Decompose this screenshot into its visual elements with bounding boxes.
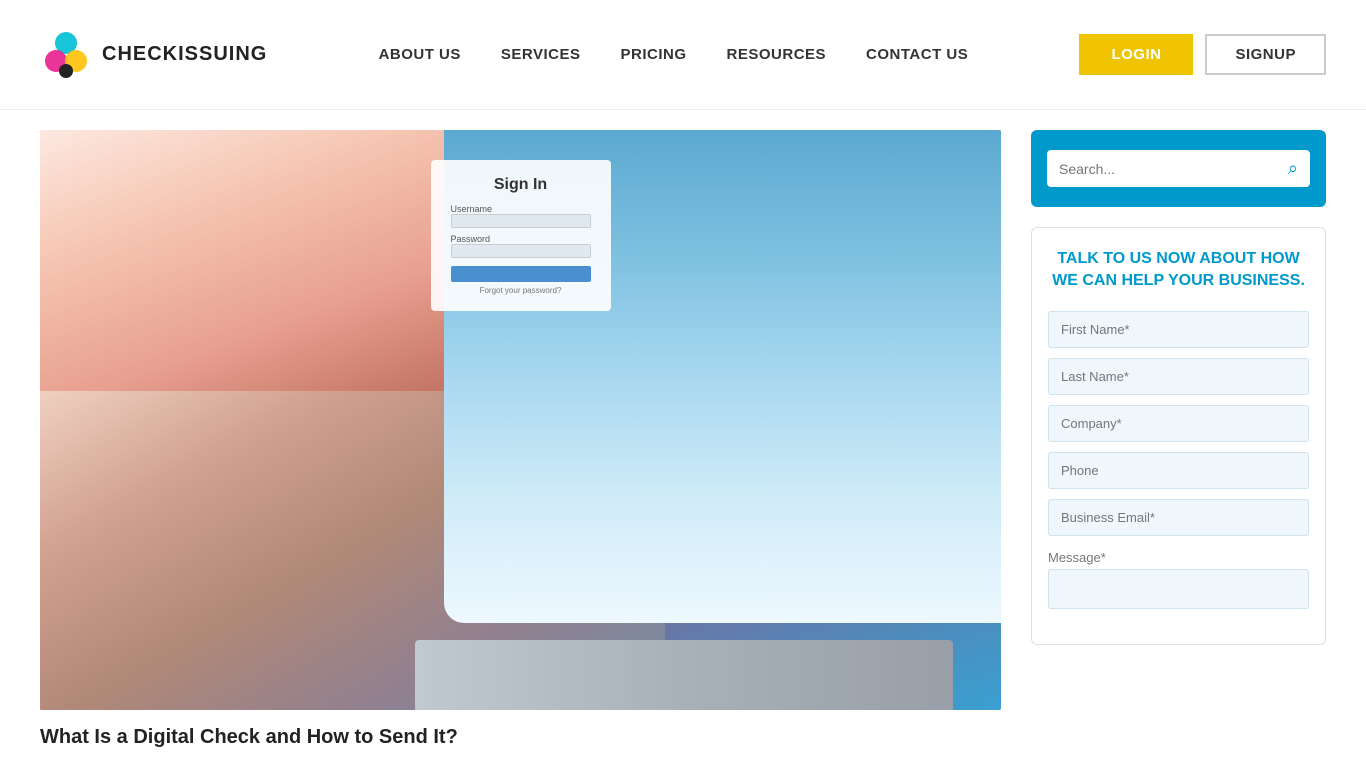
form-title: TALK TO US NOW ABOUT HOW WE CAN HELP YOU… bbox=[1048, 248, 1309, 293]
search-box: ⌕ bbox=[1031, 130, 1326, 207]
first-name-input[interactable] bbox=[1048, 311, 1309, 348]
article-title: What Is a Digital Check and How to Send … bbox=[40, 726, 1001, 749]
main-nav: ABOUT US SERVICES PRICING RESOURCES CONT… bbox=[379, 46, 969, 63]
logo-text: CHECKISSUING bbox=[102, 43, 267, 66]
search-inner: ⌕ bbox=[1047, 150, 1310, 187]
signin-mockup: Sign In Username Password Forgot your pa… bbox=[431, 160, 611, 311]
nav-pricing[interactable]: PRICING bbox=[621, 46, 687, 63]
nav-contact-us[interactable]: CONTACT US bbox=[866, 46, 968, 63]
last-name-input[interactable] bbox=[1048, 358, 1309, 395]
search-icon[interactable]: ⌕ bbox=[1288, 158, 1298, 179]
company-input[interactable] bbox=[1048, 405, 1309, 442]
nav-resources[interactable]: RESOURCES bbox=[727, 46, 827, 63]
hero-image: Sign In Username Password Forgot your pa… bbox=[40, 130, 1001, 710]
logo-area: CHECKISSUING bbox=[40, 29, 267, 81]
sidebar: ⌕ TALK TO US NOW ABOUT HOW WE CAN HELP Y… bbox=[1031, 130, 1326, 748]
content-left: Sign In Username Password Forgot your pa… bbox=[40, 130, 1031, 748]
search-input[interactable] bbox=[1059, 161, 1288, 177]
signup-button[interactable]: SIGNUP bbox=[1205, 34, 1326, 75]
business-email-input[interactable] bbox=[1048, 499, 1309, 536]
login-button[interactable]: LOGIN bbox=[1079, 34, 1193, 75]
phone-input[interactable] bbox=[1048, 452, 1309, 489]
contact-form-box: TALK TO US NOW ABOUT HOW WE CAN HELP YOU… bbox=[1031, 227, 1326, 645]
message-label: Message* bbox=[1048, 550, 1309, 565]
main-content: Sign In Username Password Forgot your pa… bbox=[0, 110, 1366, 768]
logo-icon bbox=[40, 29, 92, 81]
message-textarea[interactable] bbox=[1048, 569, 1309, 609]
nav-services[interactable]: SERVICES bbox=[501, 46, 581, 63]
header: CHECKISSUING ABOUT US SERVICES PRICING R… bbox=[0, 0, 1366, 110]
header-buttons: LOGIN SIGNUP bbox=[1079, 34, 1326, 75]
nav-about-us[interactable]: ABOUT US bbox=[379, 46, 461, 63]
